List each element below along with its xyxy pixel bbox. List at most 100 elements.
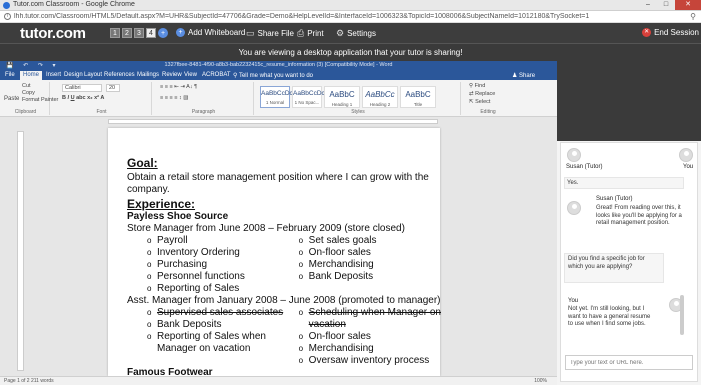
align-buttons[interactable]: ≡ ≡ ≡ ≡ ↕ ▧ [160,95,188,101]
style-no-spacing[interactable]: AaBbCcDc 1 No Spac... [292,86,325,108]
sharing-banner: You are viewing a desktop application th… [0,43,701,61]
chat-message: Not yet. I'm still looking, but I want t… [568,306,651,327]
vertical-ruler[interactable] [17,131,24,371]
paragraph-group: ≡ ≡ ≡ ⇤ ⇥ A↓ ¶ ≡ ≡ ≡ ≡ ↕ ▧ Paragraph [154,82,254,115]
list-item: On-floor sales [299,331,457,343]
chat-sender-name: You [568,298,579,304]
tab-home[interactable]: Home [20,71,43,80]
info-icon[interactable]: i [4,13,11,20]
tab-review[interactable]: Review [162,72,182,78]
ruler-bar [0,117,557,126]
page-buttons: 1 2 3 4 + [110,28,168,38]
print-button[interactable]: ⎙ Print [297,28,324,39]
list-item: Personnel functions [147,271,291,283]
student-avatar [679,148,693,162]
horizontal-ruler[interactable] [108,119,438,124]
chat-bubble [564,177,684,189]
list-item: Oversaw inventory process [299,355,457,367]
tab-acrobat[interactable]: ACROBAT [202,72,231,78]
copy-button[interactable]: Copy [22,90,35,96]
role1-duties: Payroll Inventory Ordering Purchasing Pe… [127,235,457,295]
share-file-button[interactable]: ▭ Share File [246,28,294,39]
list-item: Supervised sales associates [147,307,291,319]
word-doc-title: 1327fbee-8481-4f90-a8b3-bab2232415c_resu… [164,62,393,68]
gear-icon: ⚙ [336,28,345,38]
minimize-icon[interactable]: – [639,0,657,10]
word-ribbon-tabs: File Home Insert Design Layout Reference… [0,71,557,80]
tab-references[interactable]: References [104,72,135,78]
word-titlebar: 💾 ↶ ↷ ▾ 1327fbee-8481-4f90-a8b3-bab22324… [0,61,557,71]
employer-famous-footwear: Famous Footwear [127,367,213,378]
list-item: Inventory Ordering [147,247,291,259]
page-button-1[interactable]: 1 [110,28,120,38]
url-text[interactable]: lhh.tutor.com/Classroom/HTML5/Default.as… [14,13,674,20]
list-buttons[interactable]: ≡ ≡ ≡ ⇤ ⇥ A↓ ¶ [160,84,197,90]
tab-mailings[interactable]: Mailings [137,72,159,78]
tutor-label: Susan (Tutor) [566,164,603,170]
tab-insert[interactable]: Insert [46,72,61,78]
list-item: Bank Deposits [147,319,291,331]
address-bar[interactable]: i lhh.tutor.com/Classroom/HTML5/Default.… [0,11,701,23]
settings-button[interactable]: ⚙ Settings [336,28,376,39]
font-size-select[interactable]: 20 [106,84,120,92]
tab-layout[interactable]: Layout [84,72,102,78]
style-heading-2[interactable]: AaBbCc Heading 2 [362,86,398,108]
list-item: On-floor sales [299,247,457,259]
tell-me-search[interactable]: ⚲ Tell me what you want to do [233,72,313,79]
clipboard-label: Clipboard [14,109,37,115]
chat-message: Yes. [567,180,579,186]
tutor-avatar [567,201,581,215]
tab-design[interactable]: Design [64,72,83,78]
paste-button[interactable]: Paste [4,96,19,102]
search-icon[interactable]: ⚲ [690,12,696,21]
plus-icon: + [176,28,185,37]
resume-content[interactable]: Goal: Obtain a retail store management p… [127,157,457,379]
printer-icon: ⎙ [297,28,305,38]
page-word-count: Page 1 of 2 211 words [4,378,54,384]
style-normal[interactable]: AaBbCcDc 1 Normal [260,86,293,108]
list-item: Purchasing [147,259,291,271]
page-button-3[interactable]: 3 [134,28,144,38]
font-label: Font [96,109,107,115]
tutor-avatar [567,148,581,162]
tab-view[interactable]: View [184,72,197,78]
close-icon[interactable]: ✕ [675,0,701,10]
clipboard-group: Paste Cut Copy Format Painter Clipboard [2,82,58,115]
add-page-icon[interactable]: + [158,28,168,38]
end-session-icon: ✕ [642,28,652,37]
list-item: Scheduling when Manager on vacation [299,307,457,331]
zoom-level[interactable]: 100% [534,378,547,384]
paragraph-label: Paragraph [191,109,216,115]
tab-file[interactable]: File [5,72,15,78]
page-button-4[interactable]: 4 [146,28,156,38]
list-item: Merchandising [299,343,457,355]
tutor-logo: tutor.com [20,25,86,42]
styles-group: AaBbCcDc 1 Normal AaBbCcDc 1 No Spac... Aa… [256,82,461,115]
maximize-icon[interactable]: □ [657,0,675,10]
tutor-toolbar: tutor.com 1 2 3 4 + + Add Whiteboard ▭ Sh… [0,23,701,43]
font-group: Calibri 20 B I U abc x₂ x² A Font [52,82,152,115]
list-item: Payroll [147,235,291,247]
chat-input[interactable] [565,355,693,370]
end-session-button[interactable]: ✕ End Session [642,28,699,37]
add-whiteboard-button[interactable]: + Add Whiteboard [176,28,245,37]
page-button-2[interactable]: 2 [122,28,132,38]
style-title[interactable]: AaBbC Title [400,86,436,108]
monitor-icon: ▭ [246,28,255,38]
you-label: You [683,164,694,170]
find-button[interactable]: ⚲ Find [469,83,485,89]
chat-message: Great! From reading over this, it looks … [596,205,682,226]
editing-label: Editing [480,109,496,115]
bold-button[interactable]: B I U abc x₂ x² A [62,95,104,101]
share-word-button[interactable]: ♟ Share [512,72,535,79]
select-button[interactable]: ⇱ Select [469,99,490,105]
list-item: Reporting of Sales [147,283,291,295]
replace-button[interactable]: ⇄ Replace [469,91,495,97]
style-heading-1[interactable]: AaBbC Heading 1 [324,86,360,108]
experience-heading: Experience: [127,197,196,211]
cut-button[interactable]: Cut [22,83,31,89]
font-name-select[interactable]: Calibri [62,84,102,92]
chat-scrollbar[interactable] [680,295,684,335]
word-ribbon: Paste Cut Copy Format Painter Clipboard … [0,80,557,117]
chrome-icon [3,2,10,9]
